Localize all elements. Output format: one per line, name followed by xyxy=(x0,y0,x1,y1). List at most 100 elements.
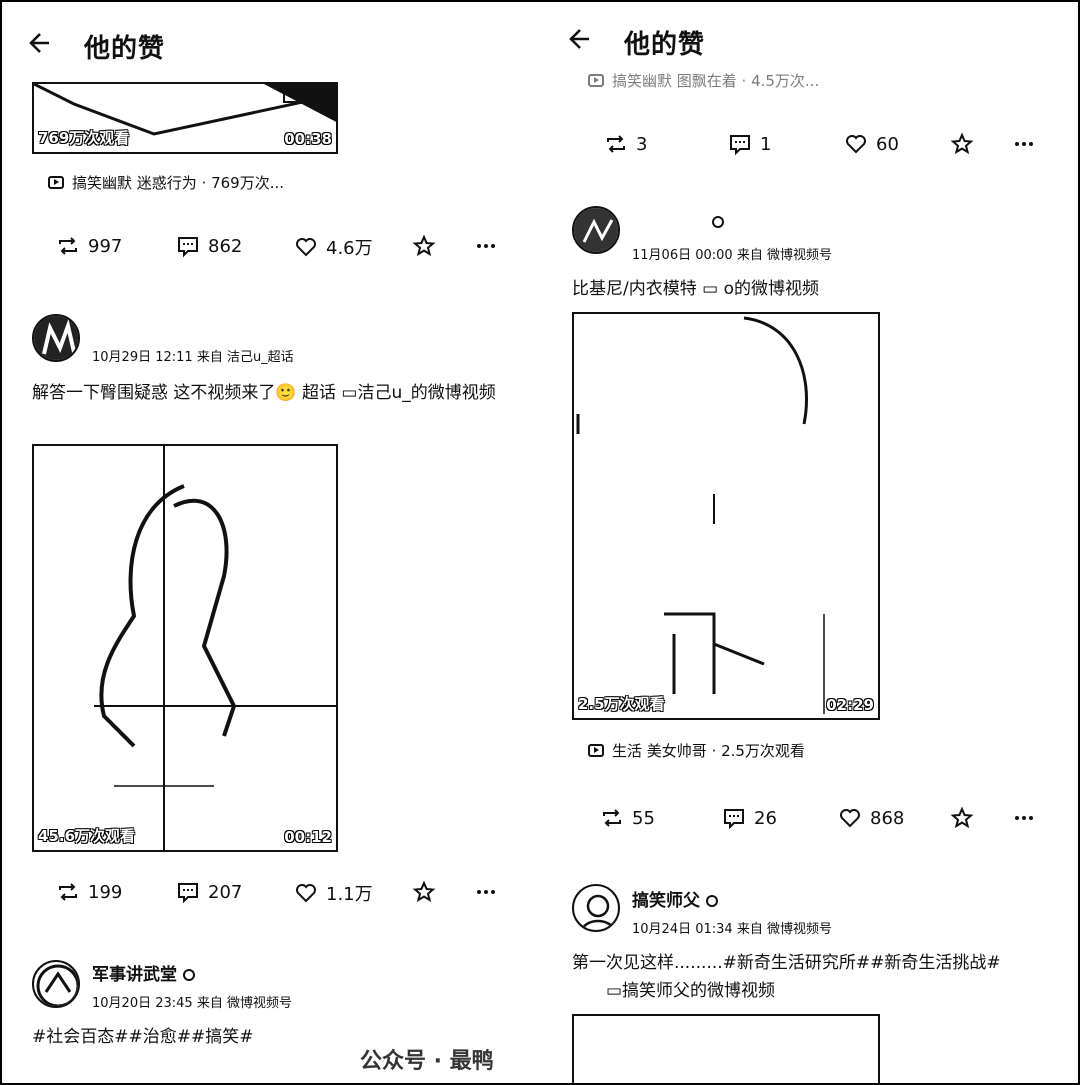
page-title: 他的赞 xyxy=(84,34,166,64)
author-name-text: 搞笑师父 xyxy=(632,891,700,911)
comment-icon xyxy=(724,809,744,830)
avatar-image xyxy=(580,894,616,930)
comment-button[interactable]: 862 xyxy=(176,234,242,258)
author-name[interactable]: 搞笑师父 xyxy=(632,886,718,911)
verified-icon xyxy=(706,895,718,907)
like-count: 868 xyxy=(870,807,905,829)
video-source[interactable]: 搞笑幽默 迷惑行为 · 769万次... xyxy=(48,172,284,193)
repost-button[interactable]: 997 xyxy=(56,234,122,258)
like-button[interactable]: 60 xyxy=(844,132,899,156)
more-icon xyxy=(477,244,495,248)
favorite-button[interactable] xyxy=(950,132,974,156)
repost-count: 55 xyxy=(632,807,655,829)
video-icon xyxy=(588,744,604,757)
favorite-button[interactable] xyxy=(412,234,436,258)
video-source[interactable]: 生活 美女帅哥 · 2.5万次观看 xyxy=(588,740,805,761)
header-bar: 他的赞 xyxy=(540,10,1080,70)
avatar-image xyxy=(574,208,618,252)
views-badge: 2.5万次观看 xyxy=(578,695,665,713)
post-text[interactable]: 第一次见这样.........#新奇生活研究所##新奇生活挑战# xyxy=(572,948,1001,978)
like-count: 1.1万 xyxy=(326,884,373,905)
repost-icon xyxy=(607,135,625,153)
comment-icon xyxy=(178,883,198,904)
verified-icon xyxy=(712,216,724,228)
post-text[interactable]: 解答一下臀围疑惑 这不视频来了🙂 超话 ▭洁己u_的微博视频 xyxy=(32,378,512,408)
post-actions: 199 207 1.1万 xyxy=(0,880,540,910)
back-arrow-icon[interactable] xyxy=(26,30,52,61)
comment-button[interactable]: 207 xyxy=(176,880,242,904)
star-icon xyxy=(412,234,436,257)
heart-icon xyxy=(296,884,316,903)
watermark-text: 公众号 · 最鸭 xyxy=(360,1049,494,1074)
repost-button[interactable]: 3 xyxy=(604,132,647,156)
verified-icon xyxy=(183,969,195,981)
repost-button[interactable]: 199 xyxy=(56,880,122,904)
post-meta: 10月29日 12:11 来自 洁己u_超话 xyxy=(92,350,294,365)
avatar[interactable] xyxy=(32,960,80,1008)
like-button[interactable]: 868 xyxy=(838,806,904,830)
avatar[interactable] xyxy=(32,314,80,362)
post-meta: 10月24日 01:34 来自 微博视频号 xyxy=(632,922,832,937)
repost-count: 199 xyxy=(88,881,123,903)
video-thumbnail[interactable]: 45.6万次观看 00:12 xyxy=(32,444,338,852)
post-meta: 11月06日 00:00 来自 微博视频号 xyxy=(632,248,832,263)
more-button[interactable] xyxy=(474,880,498,904)
like-button[interactable]: 1.1万 xyxy=(294,880,373,906)
post-text[interactable]: #社会百态##治愈##搞笑# xyxy=(32,1022,253,1052)
more-icon xyxy=(477,890,495,894)
more-icon xyxy=(1015,142,1033,146)
avatar[interactable] xyxy=(572,884,620,932)
star-icon xyxy=(950,806,974,829)
author-name[interactable] xyxy=(632,212,724,232)
repost-button[interactable]: 55 xyxy=(600,806,655,830)
back-arrow-icon[interactable] xyxy=(566,26,592,57)
post-actions: 997 862 4.6万 xyxy=(0,234,540,264)
video-frame-image xyxy=(576,316,825,714)
like-count: 4.6万 xyxy=(326,238,373,259)
video-source[interactable]: 搞笑幽默 图飘在着 · 4.5万次... xyxy=(588,70,819,91)
video-source-text: 搞笑幽默 图飘在着 · 4.5万次... xyxy=(612,72,820,90)
video-frame-image xyxy=(94,446,336,850)
post-actions: 3 1 60 xyxy=(540,132,1080,162)
comment-count: 862 xyxy=(208,235,243,257)
comment-button[interactable]: 1 xyxy=(728,132,771,156)
video-source-text: 搞笑幽默 迷惑行为 · 769万次... xyxy=(72,174,285,192)
post-actions: 55 26 868 xyxy=(540,806,1080,836)
video-source-text: 生活 美女帅哥 · 2.5万次观看 xyxy=(612,742,805,760)
video-thumbnail[interactable] xyxy=(572,1014,880,1085)
comment-icon xyxy=(178,237,198,258)
star-icon xyxy=(412,880,436,903)
heart-icon xyxy=(296,238,316,257)
comment-count: 1 xyxy=(760,133,772,155)
avatar[interactable] xyxy=(572,206,620,254)
favorite-button[interactable] xyxy=(950,806,974,830)
repost-count: 997 xyxy=(88,235,123,257)
more-button[interactable] xyxy=(474,234,498,258)
post-meta: 10月20日 23:45 来自 微博视频号 xyxy=(92,996,292,1011)
star-icon xyxy=(950,132,974,155)
video-thumbnail[interactable]: 769万次观看 00:38 xyxy=(32,82,338,154)
right-panel: 他的赞 搞笑幽默 图飘在着 · 4.5万次... 3 1 60 11月06日 0… xyxy=(540,0,1080,1085)
more-button[interactable] xyxy=(1012,132,1036,156)
repost-icon xyxy=(603,809,621,827)
favorite-button[interactable] xyxy=(412,880,436,904)
post-text-link[interactable]: ▭搞笑师父的微博视频 xyxy=(606,976,775,1006)
header-bar: 他的赞 xyxy=(0,14,540,74)
views-badge: 769万次观看 xyxy=(38,129,130,147)
video-thumbnail[interactable]: 2.5万次观看 02:29 xyxy=(572,312,880,720)
comment-count: 26 xyxy=(754,807,777,829)
views-badge: 45.6万次观看 xyxy=(38,827,136,845)
comment-icon xyxy=(730,135,750,156)
comment-button[interactable]: 26 xyxy=(722,806,777,830)
like-count: 60 xyxy=(876,133,899,155)
avatar-image xyxy=(34,316,78,360)
author-name[interactable]: 军事讲武堂 xyxy=(92,960,195,985)
post-text[interactable]: 比基尼/内衣模特 ▭ o的微博视频 xyxy=(572,274,819,304)
repost-icon xyxy=(59,883,77,901)
repost-icon xyxy=(59,237,77,255)
like-button[interactable]: 4.6万 xyxy=(294,234,373,260)
heart-icon xyxy=(846,135,866,154)
avatar-image xyxy=(36,964,78,1006)
more-button[interactable] xyxy=(1012,806,1036,830)
page-title: 他的赞 xyxy=(624,30,706,60)
